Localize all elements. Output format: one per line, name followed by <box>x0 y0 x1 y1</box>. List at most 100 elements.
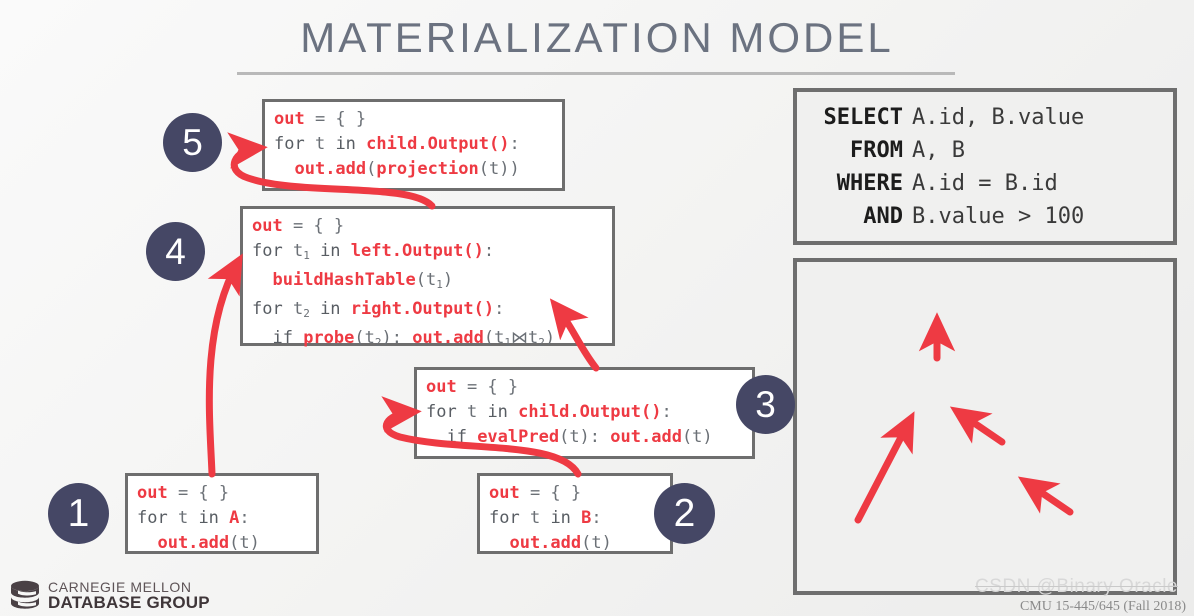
box4-l5-sub3: 2 <box>538 336 545 349</box>
box4-l2-call: left.Output() <box>350 241 484 261</box>
box4-l5-tail: ) <box>544 328 556 348</box>
box2-l2-in: in <box>540 508 582 528</box>
watermark-text: CSDN @Binary Oracle <box>975 576 1178 597</box>
code-box-projection: out = { } for t in child.Output(): out.a… <box>262 99 565 191</box>
box3-l3-arg: (t) <box>559 427 590 447</box>
box3-l2-colon: : <box>661 402 672 422</box>
box5-l3-tail: (t)) <box>478 159 520 179</box>
box5-l1-rest: = { } <box>304 109 367 129</box>
box3-l3-add: out.add <box>610 427 682 447</box>
box2-l3-tail: (t) <box>581 533 612 553</box>
box4-l5-colon: : <box>391 328 413 348</box>
box4-l5-if: if <box>252 328 304 348</box>
sql-body-and: B.value > 100 <box>912 204 1085 229</box>
box1-l2-for: for <box>137 508 178 528</box>
box4-l2-sub: 1 <box>303 249 310 262</box>
box4-l3-sub: 1 <box>436 278 443 291</box>
box1-l3-tail: (t) <box>229 533 260 553</box>
sql-query-text: SELECT A.id, B.value FROM A, B WHERE A.id = B… <box>797 92 1173 233</box>
box3-l2-var: t <box>466 402 478 422</box>
box4-l3-tail: ) <box>442 270 454 290</box>
page-title: MATERIALIZATION MODEL <box>300 14 894 61</box>
cmu-db-group-logo: CARNEGIE MELLON DATABASE GROUP <box>8 578 210 612</box>
box2-l2-var: t <box>529 508 541 528</box>
sql-keyword-from: FROM <box>850 138 903 163</box>
logo-line-database-group: DATABASE GROUP <box>48 592 210 612</box>
step-badge-4: 4 <box>146 222 205 281</box>
box4-l5-open: (t <box>483 328 505 348</box>
logo-text-block: CARNEGIE MELLON DATABASE GROUP <box>48 580 210 611</box>
box4-l2-in: in <box>309 241 351 261</box>
step-badge-1: 1 <box>48 483 109 544</box>
box4-l4-in: in <box>309 299 351 319</box>
code-box-select: out = { } for t in child.Output(): if ev… <box>414 367 755 459</box>
box4-l1-rest: = { } <box>282 216 345 236</box>
box5-l2-colon: : <box>509 134 520 154</box>
step-badge-2: 2 <box>654 483 715 544</box>
box5-l3-paren: ( <box>366 159 377 179</box>
box1-l2-var: t <box>177 508 189 528</box>
box3-l3-if: if <box>426 427 478 447</box>
box4-l4-colon: : <box>494 299 505 319</box>
code-box-scan-a: out = { } for t in A: out.add(t) <box>125 473 319 554</box>
box3-l2-in: in <box>477 402 519 422</box>
box5-l2-for: for <box>274 134 315 154</box>
sql-query-panel: SELECT A.id, B.value FROM A, B WHERE A.id = B… <box>793 88 1177 245</box>
box3-l3-evalpred: evalPred <box>477 427 560 447</box>
sql-body-from: A, B <box>912 138 965 163</box>
slide-canvas: MATERIALIZATION MODEL 5 4 3 2 1 out = { … <box>0 0 1194 616</box>
box2-l3-add: out.add <box>489 533 582 553</box>
title-divider <box>237 72 955 75</box>
code-box-join: out = { } for t1 in left.Output(): build… <box>240 206 615 349</box>
box4-l5-probe: probe <box>303 328 355 348</box>
query-plan-panel: π A.id, B.value ⋈ A.id=B.id σ value>100 … <box>793 258 1177 595</box>
box3-l3-tail: (t) <box>681 427 713 447</box>
box5-l3-add: out.add <box>294 159 367 179</box>
box4-l2-for: for <box>252 241 293 261</box>
sql-body-where: A.id = B.id <box>912 171 1058 196</box>
sql-keyword-and: AND <box>863 204 903 229</box>
box1-l1-rest: = { } <box>167 483 230 503</box>
box2-l2-for: for <box>489 508 530 528</box>
logo-line-carnegie-mellon: CARNEGIE MELLON <box>48 578 192 595</box>
box5-l1-out: out <box>274 109 305 129</box>
box1-l2-colon: : <box>239 508 250 528</box>
step-badge-5: 5 <box>163 113 222 172</box>
box3-l1-out: out <box>426 377 457 397</box>
box4-l1-out: out <box>252 216 283 236</box>
sql-row-from: FROM A, B <box>807 134 1173 167</box>
box4-l5-close: ) <box>381 328 392 348</box>
box2-l2-table: B <box>581 508 592 528</box>
box2-l1-rest: = { } <box>519 483 582 503</box>
box3-l2-call: child.Output() <box>518 402 662 422</box>
box4-l4-call: right.Output() <box>350 299 495 319</box>
box4-l5-var2: t <box>527 328 539 348</box>
sql-row-select: SELECT A.id, B.value <box>807 101 1173 134</box>
box1-l1-out: out <box>137 483 168 503</box>
box5-l3-projection: projection <box>376 159 479 179</box>
box3-l3-colon: : <box>589 427 611 447</box>
box5-l2-in: in <box>325 134 367 154</box>
box4-l2-var: t <box>292 241 304 261</box>
join-symbol-icon: ⋈ <box>510 328 528 348</box>
arrow-1-to-4 <box>205 253 243 478</box>
box4-l5-add: out.add <box>412 328 484 348</box>
sql-body-select: A.id, B.value <box>912 105 1085 130</box>
course-label: CMU 15-445/645 (Fall 2018) <box>1019 599 1186 614</box>
box5-l3-indent <box>274 159 294 179</box>
database-cylinder-icon <box>11 580 39 609</box>
box1-l2-in: in <box>188 508 230 528</box>
sql-row-and: AND B.value > 100 <box>807 200 1173 233</box>
box5-l2-call: child.Output() <box>366 134 510 154</box>
box4-l5-paren: (t <box>354 328 375 348</box>
box4-l3-indent <box>252 270 272 290</box>
box4-l3-build: buildHashTable <box>272 270 416 290</box>
box4-l5-sub2: 1 <box>504 336 511 349</box>
sql-keyword-select: SELECT <box>823 105 903 130</box>
box4-l4-sub: 2 <box>303 307 310 320</box>
box4-l3-paren: (t <box>415 270 437 290</box>
box4-l4-var: t <box>292 299 304 319</box>
code-box-scan-b: out = { } for t in B: out.add(t) <box>477 473 673 554</box>
box5-l2-var: t <box>314 134 326 154</box>
box4-l4-for: for <box>252 299 293 319</box>
